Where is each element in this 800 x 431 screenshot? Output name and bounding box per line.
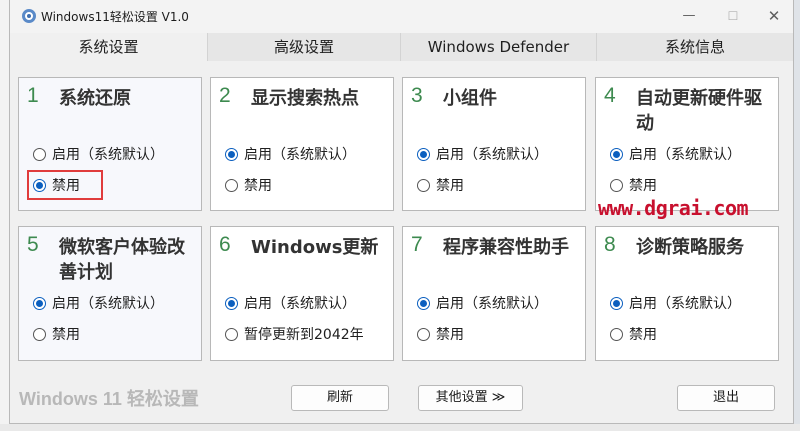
option-label: 启用（系统默认）: [244, 296, 356, 312]
radio-enable[interactable]: [610, 147, 623, 161]
radio-pause-updates[interactable]: [225, 327, 238, 341]
option-disable[interactable]: 禁用: [417, 324, 464, 344]
maximize-icon[interactable]: ☐: [719, 5, 747, 27]
option-label: 禁用: [629, 178, 657, 194]
card-number: 3: [411, 84, 423, 107]
title-bar[interactable]: Windows11轻松设置 V1.0 — ☐ ✕: [10, 0, 793, 33]
card-number: 5: [27, 233, 39, 256]
card-title: 微软客户体验改善计划: [59, 237, 185, 283]
radio-disable[interactable]: [33, 327, 46, 341]
option-disable[interactable]: 禁用: [610, 175, 657, 195]
radio-enable[interactable]: [610, 296, 623, 310]
option-enable[interactable]: 启用（系统默认）: [417, 293, 548, 313]
option-enable[interactable]: 启用（系统默认）: [33, 293, 164, 313]
other-settings-button[interactable]: 其他设置 ≫: [418, 385, 523, 411]
card-windows-update: 6 Windows更新 启用（系统默认） 暂停更新到2042年: [210, 226, 394, 361]
card-search-highlights: 2 显示搜索热点 启用（系统默认） 禁用: [210, 77, 394, 211]
option-disable[interactable]: 禁用: [417, 175, 464, 195]
card-title: Windows更新: [251, 237, 379, 258]
option-label: 暂停更新到2042年: [244, 327, 364, 343]
minimize-icon[interactable]: —: [675, 5, 703, 27]
radio-enable[interactable]: [417, 296, 430, 310]
radio-enable[interactable]: [225, 147, 238, 161]
highlight-box: [27, 170, 103, 200]
option-label: 启用（系统默认）: [52, 147, 164, 163]
card-number: 6: [219, 233, 231, 256]
tab-system-info[interactable]: 系统信息: [596, 33, 793, 61]
tab-advanced-settings[interactable]: 高级设置: [207, 33, 400, 61]
radio-disable[interactable]: [610, 327, 623, 341]
card-widgets: 3 小组件 启用（系统默认） 禁用: [402, 77, 586, 211]
radio-enable[interactable]: [417, 147, 430, 161]
option-enable[interactable]: 启用（系统默认）: [33, 144, 164, 164]
desktop-background-bottom: [0, 424, 800, 431]
card-title: 诊断策略服务: [636, 237, 744, 258]
close-icon[interactable]: ✕: [760, 5, 788, 27]
option-disable[interactable]: 禁用: [225, 175, 272, 195]
option-label: 启用（系统默认）: [436, 296, 548, 312]
window-title: Windows11轻松设置 V1.0: [41, 10, 189, 24]
option-label: 禁用: [52, 327, 80, 343]
card-diagnostic-policy: 8 诊断策略服务 启用（系统默认） 禁用: [595, 226, 779, 361]
radio-disable[interactable]: [225, 178, 238, 192]
footer-brand: Windows 11 轻松设置: [19, 389, 199, 409]
option-label: 启用（系统默认）: [52, 296, 164, 312]
option-label: 启用（系统默认）: [244, 147, 356, 163]
radio-enable[interactable]: [33, 296, 46, 310]
card-title: 显示搜索热点: [251, 88, 359, 109]
option-enable[interactable]: 启用（系统默认）: [417, 144, 548, 164]
radio-disable[interactable]: [417, 178, 430, 192]
card-system-restore: 1 系统还原 启用（系统默认） 禁用: [18, 77, 202, 211]
card-title: 小组件: [443, 88, 497, 109]
card-ceip: 5 微软客户体验改善计划 启用（系统默认） 禁用: [18, 226, 202, 361]
card-number: 8: [604, 233, 616, 256]
card-title: 自动更新硬件驱动: [636, 88, 762, 134]
card-number: 4: [604, 84, 616, 107]
radio-enable[interactable]: [33, 147, 46, 161]
radio-disable[interactable]: [417, 327, 430, 341]
option-enable[interactable]: 启用（系统默认）: [225, 144, 356, 164]
tab-bar: 系统设置 高级设置 Windows Defender 系统信息: [10, 33, 793, 61]
radio-enable[interactable]: [225, 296, 238, 310]
card-title: 程序兼容性助手: [443, 237, 569, 258]
option-label: 启用（系统默认）: [436, 147, 548, 163]
option-label: 禁用: [436, 178, 464, 194]
radio-disable[interactable]: [610, 178, 623, 192]
option-label: 禁用: [436, 327, 464, 343]
option-disable[interactable]: 禁用: [610, 324, 657, 344]
card-number: 7: [411, 233, 423, 256]
card-number: 2: [219, 84, 231, 107]
option-enable[interactable]: 启用（系统默认）: [610, 144, 741, 164]
option-label: 禁用: [629, 327, 657, 343]
option-enable[interactable]: 启用（系统默认）: [225, 293, 356, 313]
option-enable[interactable]: 启用（系统默认）: [610, 293, 741, 313]
refresh-button[interactable]: 刷新: [291, 385, 389, 411]
app-gear-icon: [22, 9, 36, 23]
option-label: 禁用: [244, 178, 272, 194]
exit-button[interactable]: 退出: [677, 385, 775, 411]
card-number: 1: [27, 84, 39, 107]
tab-windows-defender[interactable]: Windows Defender: [400, 33, 596, 61]
option-label: 启用（系统默认）: [629, 296, 741, 312]
option-disable[interactable]: 禁用: [33, 324, 80, 344]
card-driver-updates: 4 自动更新硬件驱动 启用（系统默认） 禁用: [595, 77, 779, 211]
card-title: 系统还原: [59, 88, 131, 109]
option-pause-updates[interactable]: 暂停更新到2042年: [225, 324, 364, 344]
option-label: 启用（系统默认）: [629, 147, 741, 163]
card-compat-assistant: 7 程序兼容性助手 启用（系统默认） 禁用: [402, 226, 586, 361]
watermark: www.dgrai.com: [598, 196, 749, 220]
tab-system-settings[interactable]: 系统设置: [10, 33, 207, 61]
